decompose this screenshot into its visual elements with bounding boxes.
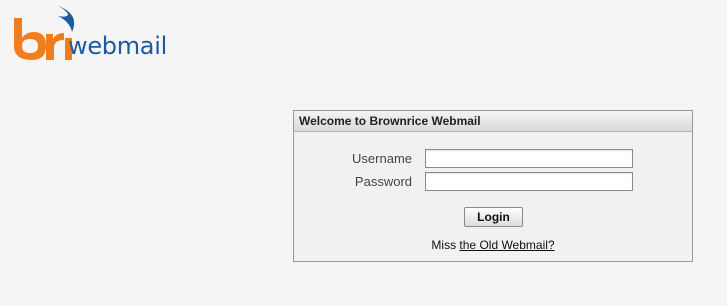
old-webmail-link[interactable]: the Old Webmail?: [459, 238, 554, 252]
login-panel-header: Welcome to Brownrice Webmail: [294, 111, 692, 132]
password-label: Password: [354, 174, 412, 189]
brownrice-logo: webmail: [8, 4, 188, 68]
old-webmail-line: Miss the Old Webmail?: [294, 238, 692, 252]
username-input[interactable]: [425, 149, 633, 168]
old-webmail-prefix: Miss: [431, 238, 457, 252]
password-input[interactable]: [425, 172, 633, 191]
username-row: Username: [294, 149, 694, 169]
password-row: Password: [294, 172, 694, 192]
login-button[interactable]: Login: [464, 207, 523, 227]
login-panel: Welcome to Brownrice Webmail Username Pa…: [293, 110, 693, 262]
username-label: Username: [352, 151, 412, 166]
webmail-wordmark: webmail: [68, 32, 167, 60]
